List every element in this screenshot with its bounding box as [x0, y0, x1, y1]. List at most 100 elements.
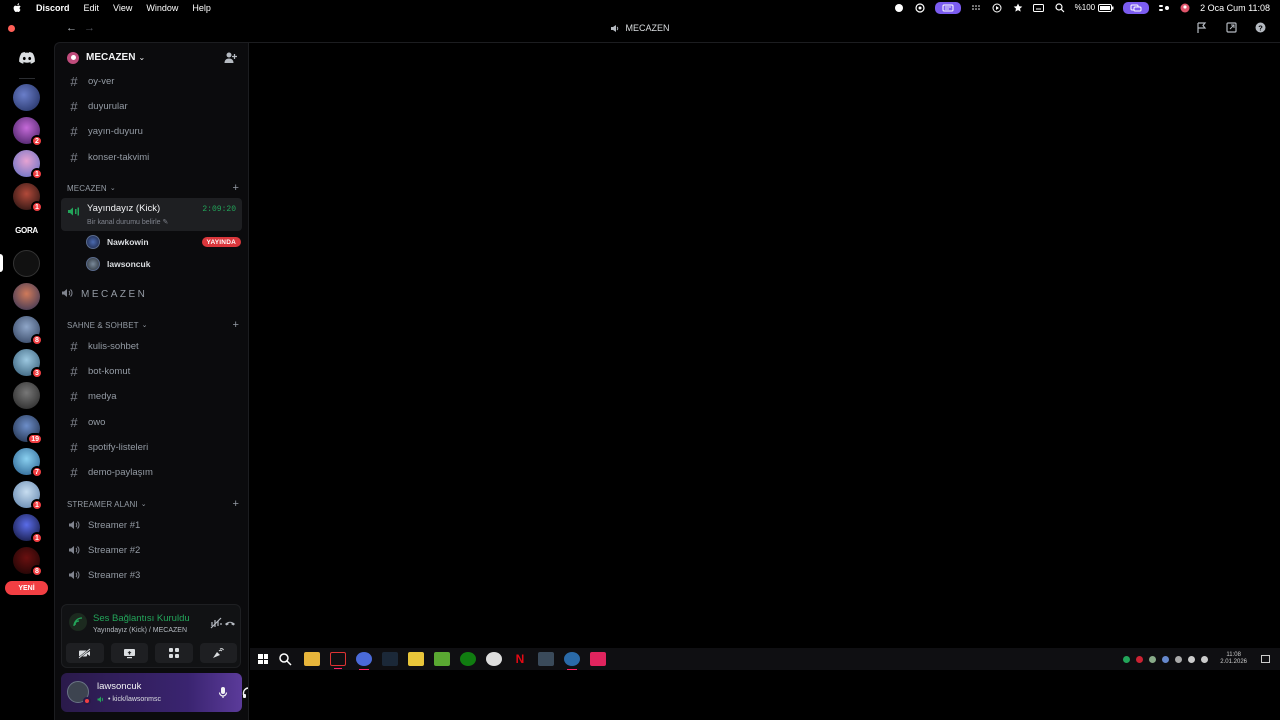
- streaming-app-icon: [590, 652, 606, 666]
- steam-icon: [382, 652, 398, 666]
- chrome-icon: [486, 652, 502, 666]
- channel-owo[interactable]: # owo: [61, 411, 241, 433]
- channel-oy-ver[interactable]: # oy-ver: [61, 70, 241, 92]
- record-icon[interactable]: [893, 3, 905, 13]
- voice-channel-streamer-2[interactable]: Streamer #2: [61, 539, 241, 561]
- add-channel-icon[interactable]: +: [232, 498, 239, 510]
- channel-spotify-listeleri[interactable]: # spotify-listeleri: [61, 436, 241, 458]
- speaker-icon: [68, 545, 80, 555]
- category-sahne-sohbet[interactable]: SAHNE & SOHBET ⌄ +: [67, 319, 239, 331]
- disconnect-icon[interactable]: [224, 617, 236, 629]
- server-icon[interactable]: 1: [13, 514, 43, 544]
- channel-bot-komut[interactable]: # bot-komut: [61, 360, 241, 382]
- server-icon[interactable]: 1: [13, 183, 43, 213]
- activities-button[interactable]: [155, 643, 193, 663]
- add-channel-icon[interactable]: +: [232, 319, 239, 331]
- voice-user-lawsoncuk[interactable]: lawsoncuk: [86, 255, 241, 273]
- add-channel-icon[interactable]: +: [232, 182, 239, 194]
- channel-status-hint[interactable]: Bir kanal durumu belirle ✎: [87, 218, 168, 226]
- add-member-icon[interactable]: [224, 51, 237, 64]
- server-icon[interactable]: [13, 84, 40, 111]
- channel-yayin-duyuru[interactable]: # yayın-duyuru: [61, 120, 241, 142]
- help-icon[interactable]: ?: [1254, 21, 1266, 33]
- channel-demo-paylasim[interactable]: # demo-paylaşım: [61, 461, 241, 483]
- menu-view[interactable]: View: [113, 3, 132, 13]
- server-icon[interactable]: 8: [13, 316, 43, 346]
- channel-duyurular[interactable]: # duyurular: [61, 95, 241, 117]
- voice-connected-title[interactable]: Ses Bağlantısı Kuruldu: [93, 613, 190, 624]
- menubar-datetime[interactable]: 2 Oca Cum 11:08: [1200, 3, 1270, 13]
- app-name-menu[interactable]: Discord: [36, 3, 70, 13]
- channel-konser-takvimi[interactable]: # konser-takvimi: [61, 146, 241, 168]
- flag-icon[interactable]: [1196, 21, 1208, 33]
- menu-edit[interactable]: Edit: [84, 3, 100, 13]
- category-name: STREAMER ALANI: [67, 499, 138, 509]
- signal-strength-icon[interactable]: [69, 613, 87, 631]
- menu-window[interactable]: Window: [146, 3, 178, 13]
- grid-dots-icon[interactable]: [970, 3, 982, 13]
- popout-icon[interactable]: [1225, 21, 1237, 33]
- username[interactable]: lawsoncuk: [97, 681, 141, 692]
- server-icon[interactable]: 8: [13, 547, 43, 577]
- new-servers-button[interactable]: YENİ: [5, 581, 48, 595]
- voice-connected-channel[interactable]: Yayındayız (Kick) / MECAZEN: [93, 627, 187, 634]
- voice-user-nawkowin[interactable]: Nawkowin YAYINDA: [86, 233, 241, 251]
- microphone-icon[interactable]: [216, 686, 229, 699]
- video-off-button[interactable]: [66, 643, 104, 663]
- server-icon[interactable]: 2: [13, 117, 43, 147]
- category-streamer-alani[interactable]: STREAMER ALANI ⌄ +: [67, 498, 239, 510]
- apple-icon[interactable]: [12, 2, 22, 13]
- channel-name: duyurular: [88, 100, 128, 112]
- category-name: MECAZEN: [67, 183, 107, 193]
- screen-share-pill-icon[interactable]: [934, 1, 961, 14]
- folder-icon: [304, 652, 320, 666]
- play-circle-icon[interactable]: [991, 3, 1003, 13]
- stream-windows-taskbar: N 11:08 2.01.2026: [250, 648, 1280, 670]
- discord-home-icon[interactable]: [13, 44, 40, 71]
- controls-icon[interactable]: [1158, 3, 1170, 13]
- unread-badge: 1: [31, 201, 43, 213]
- search-icon: [278, 652, 294, 666]
- soundboard-button[interactable]: [199, 643, 237, 663]
- stage-speaker-icon: [611, 24, 619, 32]
- unread-badge: 8: [31, 334, 43, 346]
- voice-channel-active[interactable]: Yayındayız (Kick) Bir kanal durumu belir…: [61, 198, 242, 231]
- tray-volume-icon: [1201, 655, 1209, 663]
- channel-medya[interactable]: # medya: [61, 385, 241, 407]
- voice-channel-streamer-1[interactable]: Streamer #1: [61, 514, 241, 536]
- voice-channel-streamer-3[interactable]: Streamer #3: [61, 564, 241, 586]
- server-icon[interactable]: 1: [13, 481, 43, 511]
- server-icon[interactable]: 3: [13, 349, 43, 379]
- stage-channel-mecazen[interactable]: MECAZEN: [61, 283, 241, 305]
- keyboard-icon[interactable]: [1033, 3, 1045, 13]
- server-icon-mecazen[interactable]: [13, 250, 40, 277]
- noise-suppression-icon[interactable]: [210, 617, 222, 629]
- screen-share-button[interactable]: [110, 643, 148, 663]
- steam-app-icon: [564, 652, 580, 670]
- server-icon[interactable]: 1: [13, 150, 43, 180]
- category-mecazen[interactable]: MECAZEN ⌄ +: [67, 182, 239, 194]
- server-icon[interactable]: 19: [13, 415, 43, 445]
- discord-tray-icon[interactable]: [914, 2, 926, 13]
- search-icon[interactable]: [1054, 2, 1066, 13]
- server-gora[interactable]: GORA: [13, 220, 40, 240]
- user-avatar: [86, 235, 100, 249]
- user-avatar-icon[interactable]: [1179, 3, 1191, 13]
- channel-kulis-sohbet[interactable]: # kulis-sohbet: [61, 335, 241, 357]
- unread-badge: 8: [31, 565, 43, 577]
- guild-header[interactable]: MECAZEN ⌄: [55, 43, 247, 72]
- star-icon[interactable]: [1012, 3, 1024, 13]
- screen-share-icon: [123, 648, 135, 658]
- menu-help[interactable]: Help: [192, 3, 211, 13]
- main-content-area: [248, 42, 1280, 720]
- hashtag-icon: #: [70, 98, 78, 114]
- battery-indicator[interactable]: %100: [1075, 3, 1114, 12]
- server-icon[interactable]: 7: [13, 448, 43, 478]
- server-icon[interactable]: [13, 283, 40, 310]
- tray-app-icon: [1149, 655, 1157, 663]
- channel-name: Streamer #2: [88, 544, 141, 556]
- custom-status[interactable]: • kick/lawsonmsc: [97, 696, 161, 703]
- control-center-pill-icon[interactable]: [1123, 1, 1150, 14]
- soundboard-icon: [213, 648, 225, 658]
- server-icon[interactable]: [13, 382, 40, 409]
